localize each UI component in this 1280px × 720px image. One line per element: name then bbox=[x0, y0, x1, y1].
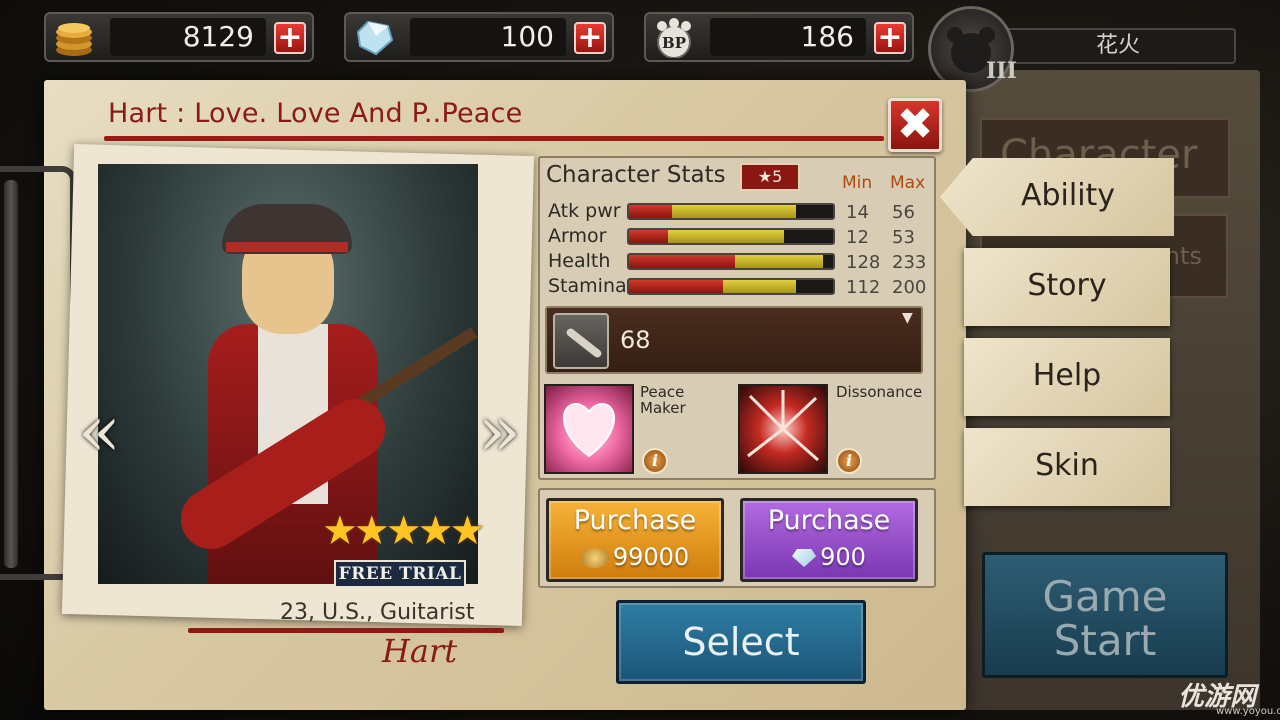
max-header: Max bbox=[890, 173, 926, 193]
stat-min-value: 14 bbox=[846, 202, 869, 223]
bp-paw-icon: BP bbox=[652, 18, 696, 59]
skill-1-name-line1: Peace bbox=[640, 383, 685, 401]
gem-counter: 100 + bbox=[344, 12, 614, 62]
add-gold-button[interactable]: + bbox=[274, 22, 306, 54]
gem-amount: 100 bbox=[410, 18, 566, 56]
stat-bar-max-fill bbox=[667, 230, 785, 243]
stat-bar-max-fill bbox=[671, 205, 797, 218]
skill-burst-icon[interactable] bbox=[738, 384, 828, 474]
stat-label: Stamina bbox=[548, 275, 627, 297]
star-level-badge: ★5 bbox=[740, 163, 800, 191]
stat-label: Health bbox=[548, 250, 611, 272]
game-start-line2: Start bbox=[1053, 616, 1157, 665]
tab-help[interactable]: Help bbox=[964, 338, 1170, 416]
gold-coins-icon bbox=[52, 18, 96, 58]
rarity-stars: ★★★★★ bbox=[322, 508, 485, 554]
stat-min-value: 12 bbox=[846, 227, 869, 248]
stat-max-value: 200 bbox=[892, 277, 927, 298]
min-header: Min bbox=[842, 173, 873, 193]
bp-amount: 186 bbox=[710, 18, 866, 56]
stat-max-value: 56 bbox=[892, 202, 915, 223]
coin-icon bbox=[580, 548, 609, 568]
add-gems-button[interactable]: + bbox=[574, 22, 606, 54]
game-start-button[interactable]: Game Start bbox=[982, 552, 1228, 678]
stat-bar-min-fill bbox=[629, 205, 672, 218]
game-start-line1: Game bbox=[1042, 572, 1168, 621]
character-info: 23, U.S., Guitarist bbox=[280, 600, 475, 625]
stat-bar-min-fill bbox=[629, 255, 736, 268]
bat-weapon-icon bbox=[553, 313, 609, 369]
stat-max-value: 233 bbox=[892, 252, 927, 273]
stat-bar-max-fill bbox=[735, 255, 823, 268]
purchase-gem-button[interactable]: Purchase 900 bbox=[740, 498, 918, 582]
previous-character-arrow[interactable]: « bbox=[78, 396, 121, 466]
purchase-gem-price: 900 bbox=[820, 543, 866, 571]
character-title: Hart : Love. Love And P..Peace bbox=[108, 98, 523, 129]
gold-counter: 8129 + bbox=[44, 12, 314, 62]
stat-max-value: 53 bbox=[892, 227, 915, 248]
player-name: 花火 bbox=[1000, 28, 1236, 64]
weapon-value: 68 bbox=[620, 326, 651, 354]
free-trial-badge: FREE TRIAL bbox=[334, 560, 466, 588]
title-underline bbox=[104, 136, 884, 141]
stat-label: Atk pwr bbox=[548, 200, 621, 222]
tab-ability[interactable]: Ability bbox=[940, 158, 1174, 236]
stat-bar-max-fill bbox=[722, 280, 797, 293]
dropdown-arrow-icon[interactable]: ▼ bbox=[902, 310, 913, 326]
stat-bar bbox=[627, 203, 835, 220]
skill-2-name: Dissonance bbox=[836, 383, 923, 401]
stat-bar bbox=[627, 278, 835, 295]
tab-skin[interactable]: Skin bbox=[964, 428, 1170, 506]
stats-title: Character Stats bbox=[546, 162, 726, 188]
purchase-gold-label: Purchase bbox=[573, 505, 697, 536]
purchase-gold-price: 99000 bbox=[612, 543, 690, 571]
close-button[interactable]: ✖ bbox=[888, 98, 942, 152]
purchase-gem-price-row: 900 bbox=[743, 543, 915, 571]
next-character-arrow[interactable]: » bbox=[478, 396, 521, 466]
stat-bar bbox=[627, 253, 835, 270]
stat-bar-min-fill bbox=[629, 280, 723, 293]
add-bp-button[interactable]: + bbox=[874, 22, 906, 54]
gem-icon bbox=[352, 18, 396, 58]
skill-1-info-icon[interactable]: i bbox=[642, 448, 668, 474]
binder-clip-bar bbox=[4, 180, 18, 568]
stat-min-value: 128 bbox=[846, 252, 881, 273]
gem-small-icon bbox=[792, 549, 817, 567]
character-hatband bbox=[226, 242, 348, 252]
stat-label: Armor bbox=[548, 225, 607, 247]
watermark-url: www.yoyou.com bbox=[1216, 706, 1280, 717]
purchase-gold-price-row: 99000 bbox=[549, 543, 721, 571]
bp-counter: BP 186 + bbox=[644, 12, 914, 62]
tab-story[interactable]: Story bbox=[964, 248, 1170, 326]
skill-1-name-line2: Maker bbox=[640, 399, 686, 417]
stat-bar-min-fill bbox=[629, 230, 668, 243]
player-rank: III bbox=[986, 58, 1017, 84]
stat-min-value: 112 bbox=[846, 277, 881, 298]
purchase-gem-label: Purchase bbox=[767, 505, 891, 536]
bp-icon-label: BP bbox=[662, 34, 686, 52]
gold-amount: 8129 bbox=[110, 18, 266, 56]
select-button[interactable]: Select bbox=[616, 600, 866, 684]
skill-heart-icon[interactable] bbox=[544, 384, 634, 474]
stat-bar bbox=[627, 228, 835, 245]
skill-2-info-icon[interactable]: i bbox=[836, 448, 862, 474]
character-name: Hart bbox=[382, 632, 458, 670]
purchase-gold-button[interactable]: Purchase 99000 bbox=[546, 498, 724, 582]
